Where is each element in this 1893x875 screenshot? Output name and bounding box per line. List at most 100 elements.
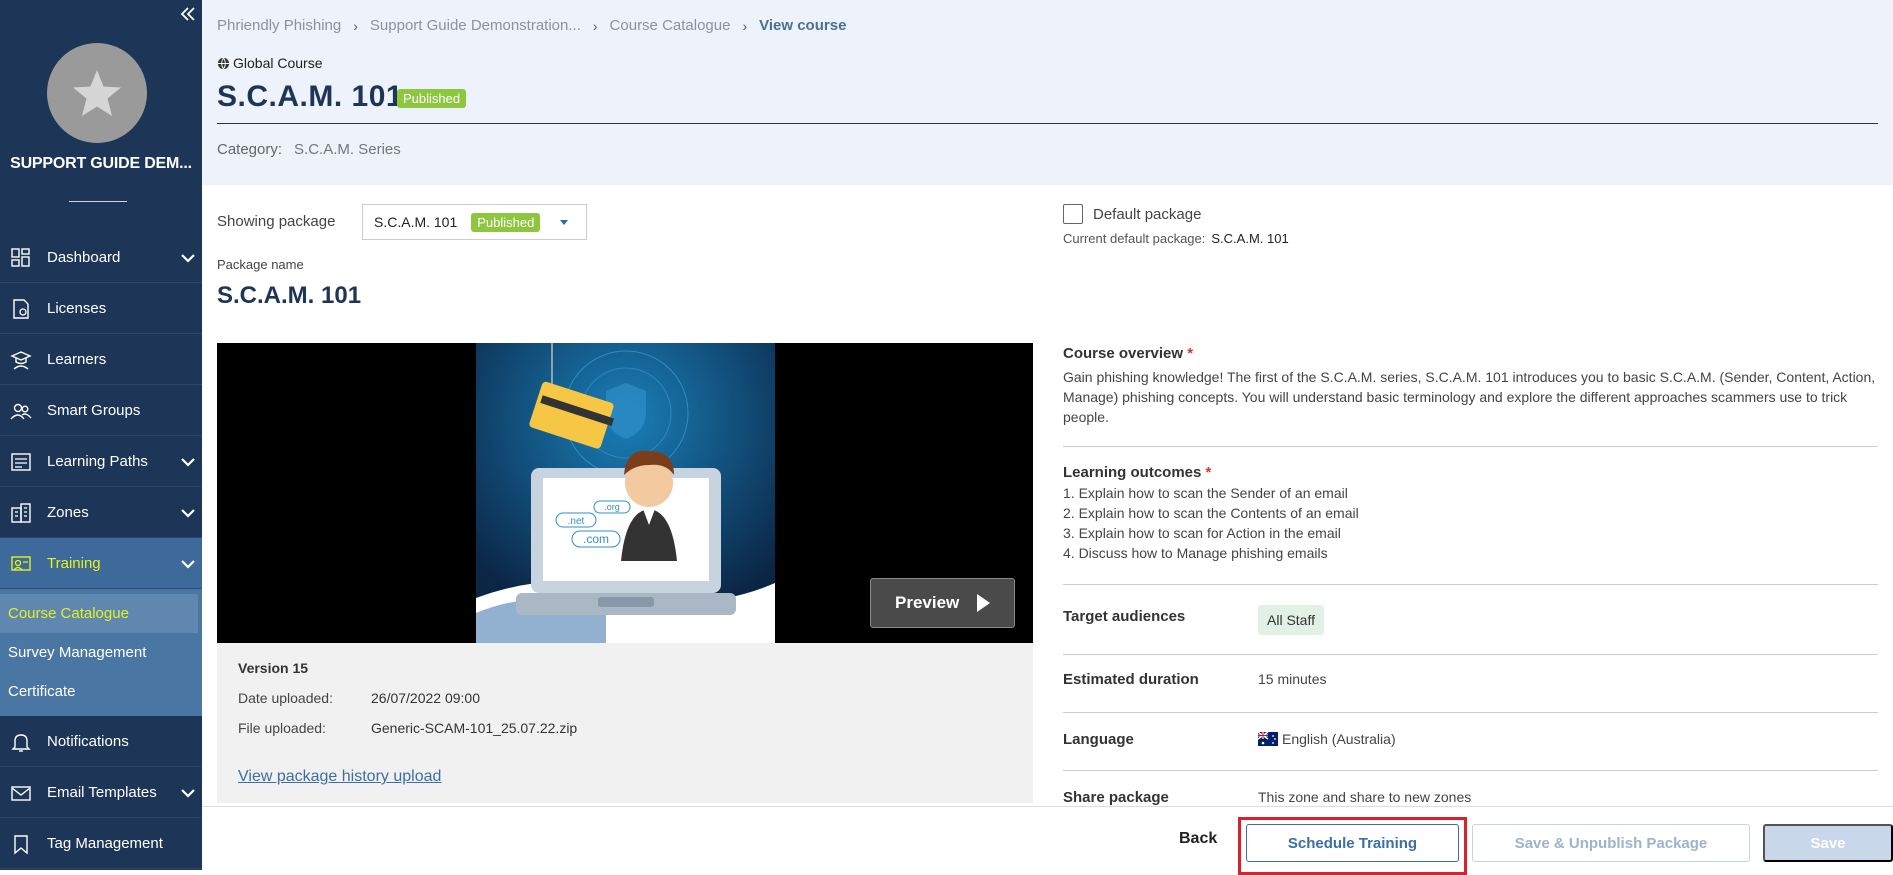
sidebar-subitem-survey-management[interactable]: Survey Management	[0, 633, 202, 672]
bookmark-icon	[14, 835, 28, 855]
current-default-package: Current default package: S.C.A.M. 101	[1063, 231, 1289, 246]
share-package-label: Share package	[1063, 789, 1169, 806]
audience-tag: All Staff	[1258, 605, 1324, 635]
license-document-icon	[13, 299, 29, 319]
package-select-value: S.C.A.M. 101	[374, 214, 458, 230]
chevron-down-icon[interactable]	[180, 506, 196, 520]
view-package-history-link[interactable]: View package history upload	[238, 768, 441, 786]
breadcrumb-item[interactable]: Phriendly Phishing	[217, 17, 341, 34]
package-status-badge: Published	[471, 212, 541, 232]
required-marker: *	[1187, 345, 1194, 362]
sidebar-item-notifications[interactable]: Notifications	[0, 716, 202, 767]
sidebar-item-zones[interactable]: Zones	[0, 487, 202, 538]
sidebar-item-smart-groups[interactable]: Smart Groups	[0, 385, 202, 436]
sidebar-item-email-templates[interactable]: Email Templates	[0, 767, 202, 818]
overview-label: Course overview	[1063, 345, 1184, 362]
share-package-value: This zone and share to new zones	[1258, 789, 1472, 805]
sidebar-item-learning-paths[interactable]: Learning Paths	[0, 436, 202, 487]
language-label: Language	[1063, 731, 1134, 748]
org-name: SUPPORT GUIDE DEM...	[10, 155, 192, 172]
page-title: S.C.A.M. 101	[217, 80, 404, 113]
buildings-icon	[11, 503, 31, 523]
sidebar-nav: Dashboard Licenses Learners Smart Groups…	[0, 232, 202, 869]
sidebar-item-label: Training	[47, 554, 101, 572]
target-audiences-row: Target audiences All Staff	[1063, 605, 1878, 635]
collapse-sidebar-icon[interactable]	[178, 4, 198, 24]
sidebar-item-learners[interactable]: Learners	[0, 334, 202, 385]
current-default-value: S.C.A.M. 101	[1211, 231, 1289, 246]
outcomes-heading: Learning outcomes *	[1063, 464, 1878, 481]
file-uploaded-row: File uploaded: Generic-SCAM-101_25.07.22…	[238, 720, 577, 736]
sidebar-item-licenses[interactable]: Licenses	[0, 283, 202, 334]
learner-graduate-icon	[10, 351, 32, 370]
estimated-duration-label: Estimated duration	[1063, 671, 1199, 688]
back-button[interactable]: Back	[1179, 830, 1217, 848]
main-content: Phriendly Phishing › Support Guide Demon…	[202, 0, 1893, 875]
sidebar-item-dashboard[interactable]: Dashboard	[0, 232, 202, 283]
course-scope-label: Global Course	[233, 55, 323, 71]
current-default-label: Current default package:	[1063, 231, 1206, 246]
sidebar-item-training[interactable]: Training	[0, 538, 202, 589]
sidebar-subitem-course-catalogue[interactable]: Course Catalogue	[0, 594, 198, 633]
section-divider	[1063, 712, 1878, 713]
dashboard-grid-icon	[11, 248, 30, 267]
breadcrumb-item[interactable]: Course Catalogue	[610, 17, 731, 34]
action-footer: Back Schedule Training Save & Unpublish …	[202, 806, 1893, 875]
package-name: S.C.A.M. 101	[217, 282, 362, 309]
globe-icon	[217, 57, 230, 69]
breadcrumb-item[interactable]: Support Guide Demonstration...	[370, 17, 581, 34]
learning-path-icon	[11, 453, 31, 471]
australia-flag-icon	[1258, 732, 1278, 746]
category-value: S.C.A.M. Series	[294, 141, 401, 158]
sidebar-subitem-certificate[interactable]: Certificate	[0, 672, 202, 711]
category-label: Category:	[217, 141, 283, 158]
default-package-checkbox[interactable]	[1063, 204, 1083, 224]
package-select[interactable]: S.C.A.M. 101 Published	[362, 204, 587, 240]
training-icon	[11, 556, 31, 571]
sidebar-item-tag-management[interactable]: Tag Management	[0, 818, 202, 869]
status-badge: Published	[397, 89, 467, 108]
save-button[interactable]: Save	[1763, 824, 1893, 862]
training-submenu: Course Catalogue Survey Management Certi…	[0, 589, 202, 716]
estimated-duration-row: Estimated duration 15 minutes	[1063, 671, 1878, 691]
file-uploaded-label: File uploaded:	[238, 720, 326, 736]
outcome-item: 4. Discuss how to Manage phishing emails	[1063, 545, 1328, 561]
header-divider	[217, 123, 1878, 124]
bell-icon	[11, 734, 31, 752]
default-package: Default package	[1063, 204, 1201, 224]
outcome-item: 2. Explain how to scan the Contents of a…	[1063, 505, 1359, 521]
thumb-tag-net: .net	[568, 516, 585, 527]
default-package-label: Default package	[1093, 205, 1202, 223]
course-overview: Course overview * Gain phishing knowledg…	[1063, 345, 1878, 427]
chevron-down-icon[interactable]	[180, 557, 196, 571]
package-info: Version 15 Date uploaded: 26/07/2022 09:…	[217, 643, 1033, 803]
org-avatar	[47, 43, 147, 143]
language-value: English (Australia)	[1258, 731, 1396, 747]
chevron-down-icon[interactable]	[180, 251, 196, 265]
thumb-tag-com: .com	[583, 532, 609, 546]
preview-button[interactable]: Preview	[870, 578, 1015, 628]
thumb-tag-org: .org	[604, 502, 620, 512]
email-icon	[11, 786, 31, 801]
section-divider	[1063, 446, 1878, 447]
save-unpublish-package-button[interactable]: Save & Unpublish Package	[1472, 824, 1750, 862]
overview-text: Gain phishing knowledge! The first of th…	[1063, 369, 1876, 425]
estimated-duration-value: 15 minutes	[1258, 671, 1327, 687]
users-group-icon	[10, 403, 32, 420]
chevron-down-icon[interactable]	[180, 786, 196, 800]
package-version: Version 15	[238, 660, 309, 676]
video-player[interactable]: .net .org .com Preview	[217, 343, 1033, 643]
course-header: Phriendly Phishing › Support Guide Demon…	[202, 0, 1893, 185]
required-marker: *	[1205, 464, 1212, 481]
showing-package-label: Showing package	[217, 213, 336, 230]
course-scope: Global Course	[217, 55, 323, 71]
language-text: English (Australia)	[1282, 731, 1396, 747]
sidebar-item-label: Smart Groups	[47, 401, 141, 419]
course-category: Category: S.C.A.M. Series	[217, 141, 401, 158]
breadcrumb: Phriendly Phishing › Support Guide Demon…	[217, 17, 846, 34]
target-audiences-value: All Staff	[1258, 605, 1324, 635]
schedule-training-button[interactable]: Schedule Training	[1246, 824, 1459, 862]
sidebar-item-label: Zones	[47, 503, 89, 521]
chevron-down-icon[interactable]	[180, 455, 196, 469]
preview-label: Preview	[895, 593, 960, 612]
